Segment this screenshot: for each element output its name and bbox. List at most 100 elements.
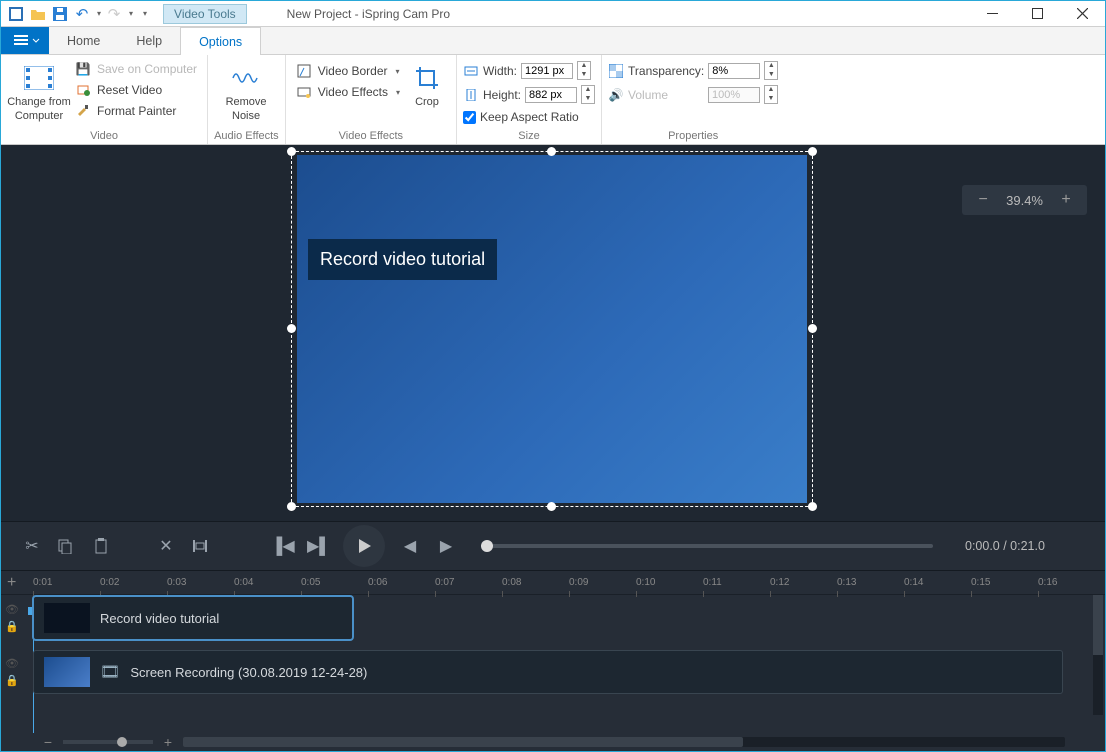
lock-icon[interactable]: 🔒 [5, 620, 19, 633]
copy-button[interactable] [57, 538, 79, 554]
crop-button[interactable]: Crop [404, 58, 450, 108]
close-button[interactable] [1060, 1, 1105, 26]
format-painter-button[interactable]: Format Painter [71, 102, 201, 120]
track-video: 👁🔒 🎞 Screen Recording (30.08.2019 12-24-… [33, 649, 1105, 695]
canvas[interactable]: Record video tutorial − 39.4% + [1, 145, 1105, 521]
file-menu-button[interactable] [1, 27, 49, 54]
width-spinner[interactable]: ▲▼ [577, 61, 591, 80]
keep-aspect-row[interactable]: Keep Aspect Ratio [463, 108, 595, 126]
timeline-ruler[interactable]: + 0:010:020:030:040:050:060:070:080:090:… [1, 571, 1105, 595]
tracks: 👁🔒 Record video tutorial 👁🔒 🎞 Screen Rec… [1, 595, 1105, 733]
open-icon[interactable] [29, 5, 47, 23]
reset-video-button[interactable]: Reset Video [71, 81, 201, 99]
handle-s[interactable] [547, 502, 556, 511]
quick-access-toolbar: ↶ ▾ ↷ ▾ ▾ [1, 5, 153, 23]
clip-text[interactable]: Record video tutorial [33, 596, 353, 640]
volume-input [708, 87, 760, 103]
timeline-zoom-row: − + [1, 733, 1105, 751]
timeline-zoom-out[interactable]: − [41, 734, 55, 750]
next-button[interactable]: ▶▌ [307, 536, 329, 556]
seek-bar[interactable] [481, 544, 933, 548]
timeline-zoom-handle[interactable] [117, 737, 127, 747]
add-track-button[interactable]: + [7, 574, 16, 592]
timeline: + 0:010:020:030:040:050:060:070:080:090:… [1, 571, 1105, 751]
eye-icon[interactable]: 👁 [5, 603, 19, 616]
redo-icon: ↷ [105, 5, 123, 23]
qat-customize-icon[interactable]: ▾ [143, 9, 147, 18]
transparency-spinner[interactable]: ▲▼ [764, 61, 778, 80]
ruler-tick: 0:03 [167, 577, 234, 588]
editor: Record video tutorial − 39.4% + ✂ ✕ ▐◀ ▶… [1, 145, 1105, 751]
titlebar: ↶ ▾ ↷ ▾ ▾ Video Tools New Project - iSpr… [1, 1, 1105, 27]
minimize-button[interactable] [970, 1, 1015, 26]
chevron-down-icon: ▾ [396, 88, 400, 97]
volume-spinner: ▲▼ [764, 85, 778, 104]
eye-icon[interactable]: 👁 [5, 657, 19, 670]
lock-icon[interactable]: 🔒 [5, 674, 19, 687]
transparency-input[interactable] [708, 63, 760, 79]
timeline-hscroll[interactable] [183, 737, 1065, 747]
step-forward-button[interactable]: ▶ [435, 536, 457, 556]
handle-w[interactable] [287, 324, 296, 333]
keep-aspect-checkbox[interactable] [463, 111, 476, 124]
delete-button[interactable]: ✕ [155, 536, 177, 556]
clip-recording-label: Screen Recording (30.08.2019 12-24-28) [130, 665, 367, 680]
clip-text-label: Record video tutorial [100, 611, 219, 626]
handle-ne[interactable] [808, 147, 817, 156]
play-button[interactable] [343, 525, 385, 567]
remove-noise-button[interactable]: Remove Noise [214, 58, 278, 122]
maximize-button[interactable] [1015, 1, 1060, 26]
height-row: Height: ▲▼ [463, 84, 595, 105]
save-icon[interactable] [51, 5, 69, 23]
tab-home[interactable]: Home [49, 27, 118, 54]
zoom-in-button[interactable]: + [1057, 191, 1075, 209]
selection-frame[interactable] [291, 151, 813, 507]
paste-button[interactable] [93, 538, 115, 554]
undo-dropdown-icon[interactable]: ▾ [97, 9, 101, 18]
height-input[interactable] [525, 87, 577, 103]
ruler-tick: 0:13 [837, 577, 904, 588]
track-text-controls[interactable]: 👁🔒 [5, 603, 19, 633]
clip-recording-thumb [44, 657, 90, 687]
prev-button[interactable]: ▐◀ [271, 536, 293, 556]
change-from-computer-button[interactable]: Change from Computer [7, 58, 71, 122]
seek-handle[interactable] [481, 540, 493, 552]
video-border-button[interactable]: Video Border▾ [292, 62, 404, 80]
handle-sw[interactable] [287, 502, 296, 511]
step-back-button[interactable]: ◀ [399, 536, 421, 556]
group-video-effects: Video Border▾ Video Effects▾ Crop Video … [286, 55, 457, 144]
handle-se[interactable] [808, 502, 817, 511]
ruler-tick: 0:16 [1038, 577, 1105, 588]
tab-options[interactable]: Options [180, 27, 261, 55]
clip-recording[interactable]: 🎞 Screen Recording (30.08.2019 12-24-28) [33, 650, 1063, 694]
group-properties: Transparency: ▲▼ 🔊 Volume ▲▼ Properties [602, 55, 784, 144]
contextual-tab-label[interactable]: Video Tools [163, 4, 247, 24]
handle-n[interactable] [547, 147, 556, 156]
ruler-tick: 0:04 [234, 577, 301, 588]
timeline-vscroll[interactable] [1093, 595, 1103, 715]
redo-dropdown-icon[interactable]: ▾ [129, 9, 133, 18]
timeline-zoom-slider[interactable] [63, 740, 153, 744]
zoom-out-button[interactable]: − [974, 191, 992, 209]
tab-help[interactable]: Help [118, 27, 180, 54]
ruler-tick: 0:02 [100, 577, 167, 588]
undo-icon[interactable]: ↶ [73, 5, 91, 23]
vscroll-thumb[interactable] [1093, 595, 1103, 655]
track-video-controls[interactable]: 👁🔒 [5, 657, 19, 687]
trim-button[interactable] [191, 538, 213, 554]
ribbon: Change from Computer 💾Save on Computer R… [1, 55, 1105, 145]
height-spinner[interactable]: ▲▼ [581, 85, 595, 104]
handle-e[interactable] [808, 324, 817, 333]
zoom-percent: 39.4% [1006, 193, 1043, 208]
transparency-label: Transparency: [628, 64, 704, 78]
cut-button[interactable]: ✂ [21, 536, 43, 556]
handle-nw[interactable] [287, 147, 296, 156]
timeline-zoom-in[interactable]: + [161, 734, 175, 750]
border-icon [296, 63, 312, 79]
group-size-label: Size [463, 128, 595, 144]
crop-icon [411, 62, 443, 94]
save-small-icon: 💾 [75, 61, 91, 77]
video-effects-button[interactable]: Video Effects▾ [292, 83, 404, 101]
hscroll-thumb[interactable] [183, 737, 743, 747]
width-input[interactable] [521, 63, 573, 79]
